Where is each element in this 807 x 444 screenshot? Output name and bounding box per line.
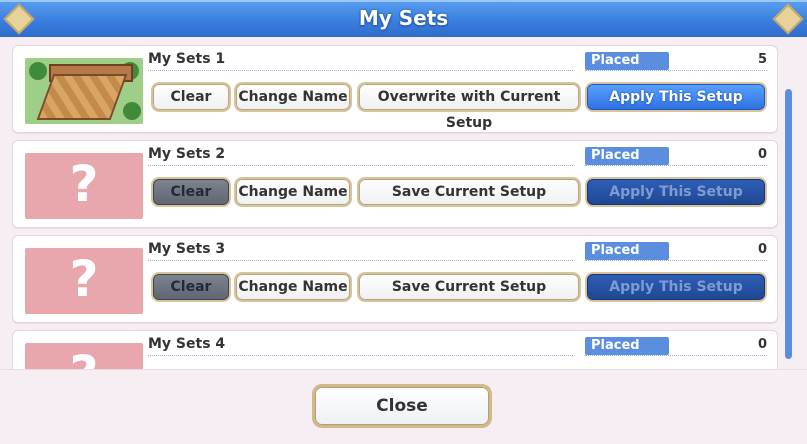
- placed-label: Placed: [585, 337, 669, 355]
- list-scrollbar[interactable]: [785, 89, 792, 359]
- sets-list[interactable]: My Sets 1 Placed 5 Clear Change Name Ove…: [12, 45, 778, 369]
- question-mark-icon: ?: [69, 155, 99, 213]
- close-button[interactable]: Close: [312, 384, 492, 428]
- set-row: My Sets 1 Placed 5 Clear Change Name Ove…: [12, 45, 778, 133]
- question-mark-icon: ?: [69, 250, 99, 308]
- overwrite-setup-button[interactable]: Overwrite with Current Setup: [357, 82, 581, 131]
- placed-count: 5: [757, 52, 767, 67]
- divider: [148, 70, 573, 71]
- save-current-setup-button[interactable]: Save Current Setup: [357, 177, 581, 207]
- placed-label: Placed: [585, 242, 669, 260]
- tree-icon: [123, 102, 141, 120]
- empty-preview-thumbnail: ?: [25, 343, 143, 369]
- placed-label: Placed: [585, 52, 669, 70]
- divider: [148, 355, 573, 356]
- question-mark-icon: ?: [25, 345, 143, 369]
- clear-button[interactable]: Clear: [151, 82, 231, 112]
- divider: [585, 165, 767, 166]
- empty-preview-thumbnail: ?: [25, 248, 143, 314]
- divider: [148, 260, 573, 261]
- set-name: My Sets 2: [148, 146, 226, 162]
- dialog-panel: My Sets 1 Placed 5 Clear Change Name Ove…: [0, 37, 807, 444]
- set-preview-thumbnail: [25, 58, 143, 124]
- change-name-button[interactable]: Change Name: [234, 272, 352, 302]
- empty-preview-thumbnail: ?: [25, 153, 143, 219]
- placed-count: 0: [757, 242, 767, 257]
- placed-count: 0: [757, 147, 767, 162]
- tree-icon: [29, 62, 47, 80]
- change-name-button[interactable]: Change Name: [234, 177, 352, 207]
- divider: [148, 165, 573, 166]
- divider: [585, 260, 767, 261]
- dialog-title: My Sets: [358, 6, 449, 30]
- clear-button[interactable]: Clear: [151, 177, 231, 207]
- room-floor: [36, 74, 128, 120]
- dialog-footer: Close: [0, 369, 807, 444]
- placed-label: Placed: [585, 147, 669, 165]
- placed-count: 0: [757, 337, 767, 352]
- clear-button[interactable]: Clear: [151, 272, 231, 302]
- divider: [585, 70, 767, 71]
- set-name: My Sets 4: [148, 336, 226, 352]
- dialog-titlebar: My Sets: [0, 0, 807, 39]
- divider: [585, 355, 767, 356]
- set-row: ? My Sets 4 Placed 0: [12, 330, 778, 369]
- set-name: My Sets 1: [148, 51, 226, 67]
- save-current-setup-button[interactable]: Save Current Setup: [357, 272, 581, 302]
- apply-setup-button[interactable]: Apply This Setup: [585, 272, 767, 302]
- apply-setup-button[interactable]: Apply This Setup: [585, 177, 767, 207]
- set-name: My Sets 3: [148, 241, 226, 257]
- set-row: ? My Sets 3 Placed 0 Clear Change Name S…: [12, 235, 778, 323]
- set-row: ? My Sets 2 Placed 0 Clear Change Name S…: [12, 140, 778, 228]
- apply-setup-button[interactable]: Apply This Setup: [585, 82, 767, 112]
- change-name-button[interactable]: Change Name: [234, 82, 352, 112]
- my-sets-dialog: My Sets My Sets 1 Placed 5 Clear Change …: [0, 0, 807, 444]
